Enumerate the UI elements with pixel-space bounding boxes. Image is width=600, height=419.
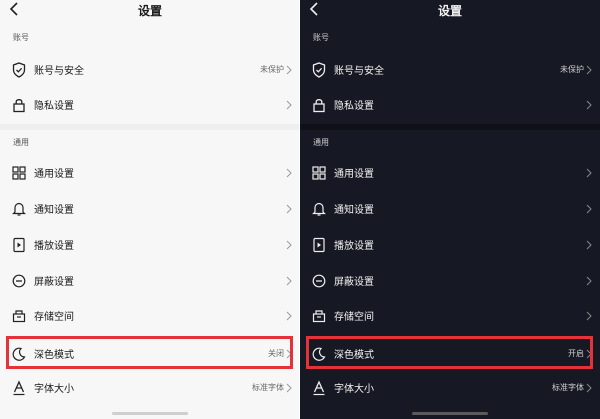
- section-divider: [300, 124, 600, 130]
- section-header-account: 账号: [313, 33, 329, 42]
- settings-item-notifications[interactable]: 通知设置: [0, 191, 300, 227]
- item-value: 标准字体: [552, 383, 584, 392]
- chevron-right-icon: [286, 383, 292, 393]
- item-label: 账号与安全: [34, 66, 84, 77]
- item-label: 屏蔽设置: [34, 277, 74, 288]
- item-label: 隐私设置: [34, 101, 74, 112]
- page-title: 设置: [437, 4, 462, 18]
- settings-item-notifications[interactable]: 通知设置: [300, 191, 600, 227]
- home-indicator: [412, 412, 488, 415]
- settings-item-block[interactable]: 屏蔽设置: [0, 263, 300, 299]
- settings-item-font-size[interactable]: 字体大小 标准字体: [300, 370, 600, 406]
- settings-item-storage[interactable]: 存储空间: [300, 298, 600, 334]
- item-value: 未保护: [260, 65, 284, 74]
- settings-item-privacy[interactable]: 隐私设置: [0, 87, 300, 123]
- grid-icon: [12, 164, 26, 182]
- item-label: 存储空间: [34, 312, 74, 323]
- settings-item-account-security[interactable]: 账号与安全 未保护: [0, 52, 300, 88]
- page-title: 设置: [137, 4, 162, 18]
- item-label: 屏蔽设置: [334, 277, 374, 288]
- chevron-right-icon: [586, 100, 592, 110]
- block-icon: [312, 272, 326, 290]
- lock-icon: [312, 96, 326, 114]
- chevron-right-icon: [286, 276, 292, 286]
- chevron-right-icon: [286, 311, 292, 321]
- settings-item-playback[interactable]: 播放设置: [300, 227, 600, 263]
- storage-icon: [12, 307, 26, 325]
- dark-mode-panel: 设置 账号 账号与安全 未保护 隐私设置 通用 通用设置 通知设置 播放设置 屏…: [300, 0, 600, 419]
- item-label: 通知设置: [34, 205, 74, 216]
- item-label: 通用设置: [34, 169, 74, 180]
- chevron-right-icon: [586, 240, 592, 250]
- item-value: 标准字体: [252, 383, 284, 392]
- chevron-right-icon: [286, 204, 292, 214]
- section-header-account: 账号: [13, 33, 29, 42]
- highlight-box: [6, 336, 293, 369]
- bell-icon: [312, 200, 326, 218]
- item-label: 账号与安全: [334, 66, 384, 77]
- item-label: 播放设置: [334, 241, 374, 252]
- item-label: 字体大小: [34, 384, 74, 395]
- item-label: 隐私设置: [334, 101, 374, 112]
- settings-item-storage[interactable]: 存储空间: [0, 298, 300, 334]
- bell-icon: [12, 200, 26, 218]
- chevron-right-icon: [286, 65, 292, 75]
- home-indicator: [112, 412, 188, 415]
- storage-icon: [312, 307, 326, 325]
- settings-item-general[interactable]: 通用设置: [0, 155, 300, 191]
- item-label: 通用设置: [334, 169, 374, 180]
- font-icon: [12, 379, 26, 397]
- settings-item-font-size[interactable]: 字体大小 标准字体: [0, 370, 300, 406]
- settings-item-privacy[interactable]: 隐私设置: [300, 87, 600, 123]
- item-value: 未保护: [560, 65, 584, 74]
- section-header-general: 通用: [13, 138, 29, 147]
- item-label: 通知设置: [334, 205, 374, 216]
- settings-item-playback[interactable]: 播放设置: [0, 227, 300, 263]
- settings-item-general[interactable]: 通用设置: [300, 155, 600, 191]
- light-mode-panel: 设置 账号 账号与安全 未保护 隐私设置 通用 通用设置 通知设置 播放设置 屏…: [0, 0, 300, 419]
- chevron-right-icon: [586, 204, 592, 214]
- settings-item-account-security[interactable]: 账号与安全 未保护: [300, 52, 600, 88]
- section-header-general: 通用: [313, 138, 329, 147]
- shield-icon: [12, 61, 26, 79]
- play-icon: [312, 236, 326, 254]
- item-label: 存储空间: [334, 312, 374, 323]
- settings-item-block[interactable]: 屏蔽设置: [300, 263, 600, 299]
- shield-icon: [312, 61, 326, 79]
- chevron-right-icon: [286, 168, 292, 178]
- highlight-box: [306, 336, 593, 369]
- lock-icon: [12, 96, 26, 114]
- chevron-right-icon: [586, 65, 592, 75]
- top-bar: 设置: [0, 0, 300, 20]
- section-divider: [0, 124, 300, 130]
- item-label: 播放设置: [34, 241, 74, 252]
- chevron-right-icon: [286, 240, 292, 250]
- font-icon: [312, 379, 326, 397]
- chevron-right-icon: [586, 276, 592, 286]
- chevron-right-icon: [586, 383, 592, 393]
- grid-icon: [312, 164, 326, 182]
- item-label: 字体大小: [334, 384, 374, 395]
- play-icon: [12, 236, 26, 254]
- chevron-right-icon: [586, 311, 592, 321]
- chevron-right-icon: [286, 100, 292, 110]
- block-icon: [12, 272, 26, 290]
- top-bar: 设置: [300, 0, 600, 20]
- chevron-right-icon: [586, 168, 592, 178]
